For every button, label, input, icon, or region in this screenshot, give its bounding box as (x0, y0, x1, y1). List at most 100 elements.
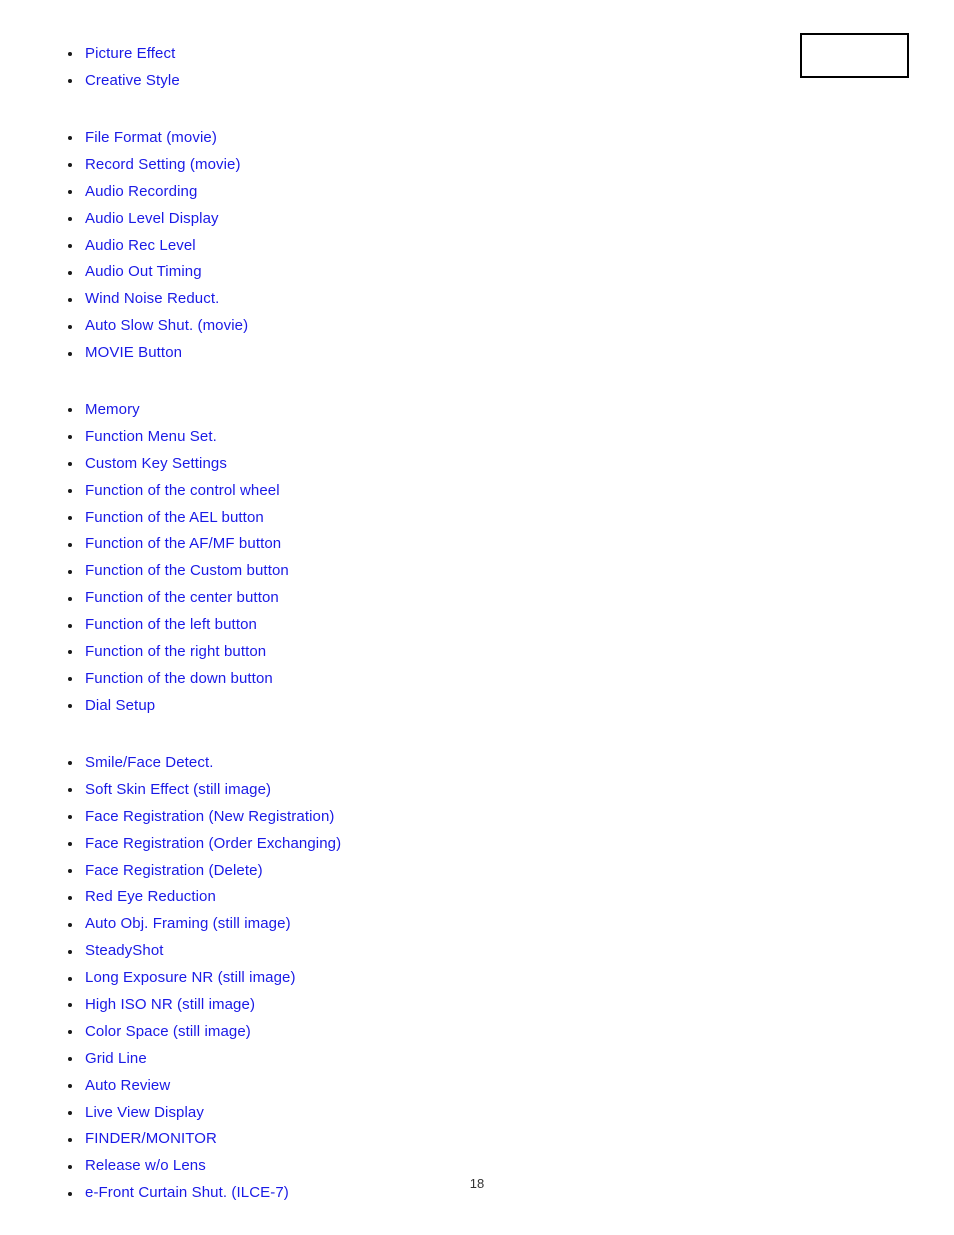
bullet-icon (68, 1057, 72, 1062)
list-item[interactable]: High ISO NR (still image) (62, 992, 762, 1019)
toc-link[interactable]: Wind Noise Reduct. (85, 290, 219, 307)
toc-link[interactable]: Function of the down button (85, 670, 273, 687)
bullet-icon (68, 1003, 72, 1008)
toc-link[interactable]: Function of the AEL button (85, 509, 264, 526)
empty-bordered-box (800, 33, 909, 78)
list-item[interactable]: Audio Level Display (62, 206, 762, 233)
list-item[interactable]: Audio Recording (62, 179, 762, 206)
list-item[interactable]: Function Menu Set. (62, 424, 762, 451)
toc-link[interactable]: Soft Skin Effect (still image) (85, 781, 271, 798)
list-item[interactable]: Auto Slow Shut. (movie) (62, 313, 762, 340)
bullet-icon (68, 815, 72, 820)
toc-link[interactable]: Function of the center button (85, 589, 279, 606)
list-item[interactable]: Auto Review (62, 1073, 762, 1100)
toc-link[interactable]: Face Registration (Order Exchanging) (85, 835, 341, 852)
list-item[interactable]: Function of the control wheel (62, 478, 762, 505)
list-item[interactable]: Wind Noise Reduct. (62, 286, 762, 313)
list-item[interactable]: Memory (62, 397, 762, 424)
toc-link[interactable]: Auto Obj. Framing (still image) (85, 915, 291, 932)
toc-link[interactable]: Auto Slow Shut. (movie) (85, 317, 248, 334)
list-item[interactable]: Face Registration (Delete) (62, 858, 762, 885)
bullet-icon (68, 976, 72, 981)
list-item[interactable]: Red Eye Reduction (62, 884, 762, 911)
bullet-icon (68, 1111, 72, 1116)
toc-link[interactable]: FINDER/MONITOR (85, 1130, 217, 1147)
toc-link[interactable]: MOVIE Button (85, 344, 182, 361)
bullet-icon (68, 704, 72, 709)
list-item[interactable]: Function of the Custom button (62, 558, 762, 585)
bullet-icon (68, 1084, 72, 1089)
list-item[interactable]: Creative Style (62, 68, 762, 95)
list-item[interactable]: Smile/Face Detect. (62, 750, 762, 777)
list-item[interactable]: Function of the down button (62, 666, 762, 693)
list-item[interactable]: File Format (movie) (62, 125, 762, 152)
toc-link[interactable]: Creative Style (85, 72, 180, 89)
list-item[interactable]: Grid Line (62, 1046, 762, 1073)
toc-link[interactable]: Record Setting (movie) (85, 156, 241, 173)
list-item[interactable]: Audio Out Timing (62, 259, 762, 286)
toc-link[interactable]: Audio Out Timing (85, 263, 202, 280)
toc-link[interactable]: Live View Display (85, 1104, 204, 1121)
toc-link[interactable]: Function of the control wheel (85, 482, 280, 499)
toc-link[interactable]: Memory (85, 401, 140, 418)
list-item[interactable]: Audio Rec Level (62, 233, 762, 260)
toc-link[interactable]: Long Exposure NR (still image) (85, 969, 296, 986)
toc-link[interactable]: Function Menu Set. (85, 428, 217, 445)
toc-link[interactable]: Face Registration (New Registration) (85, 808, 335, 825)
toc-link[interactable]: Face Registration (Delete) (85, 862, 263, 879)
list-item[interactable]: Function of the AEL button (62, 505, 762, 532)
toc-link[interactable]: Smile/Face Detect. (85, 754, 214, 771)
bullet-icon (68, 922, 72, 927)
toc-link[interactable]: Function of the left button (85, 616, 257, 633)
list-item[interactable]: Record Setting (movie) (62, 152, 762, 179)
list-item[interactable]: Face Registration (Order Exchanging) (62, 831, 762, 858)
bullet-icon (68, 869, 72, 873)
list-item[interactable]: Function of the left button (62, 612, 762, 639)
list-item[interactable]: Auto Obj. Framing (still image) (62, 911, 762, 938)
list-item[interactable]: Picture Effect (62, 41, 762, 68)
bullet-icon (68, 270, 72, 275)
list-item[interactable]: SteadyShot (62, 938, 762, 965)
toc-link[interactable]: Grid Line (85, 1050, 147, 1067)
toc-link[interactable]: Color Space (still image) (85, 1023, 251, 1040)
bullet-icon (68, 650, 72, 655)
toc-link[interactable]: Custom Key Settings (85, 455, 227, 472)
bullet-icon (68, 623, 72, 628)
toc-link[interactable]: Red Eye Reduction (85, 888, 216, 905)
toc-link[interactable]: Audio Recording (85, 183, 197, 200)
list-item[interactable]: Soft Skin Effect (still image) (62, 777, 762, 804)
toc-link[interactable]: SteadyShot (85, 942, 164, 959)
list-item[interactable]: Long Exposure NR (still image) (62, 965, 762, 992)
toc-link[interactable]: Audio Level Display (85, 210, 219, 227)
toc-link[interactable]: Function of the right button (85, 643, 266, 660)
list-item[interactable]: Dial Setup (62, 693, 762, 720)
bullet-icon (68, 542, 72, 547)
bullet-icon (68, 895, 72, 900)
list-item[interactable]: Face Registration (New Registration) (62, 804, 762, 831)
toc-link[interactable]: High ISO NR (still image) (85, 996, 255, 1013)
list-item[interactable]: Function of the AF/MF button (62, 531, 762, 558)
toc-link[interactable]: Function of the AF/MF button (85, 535, 281, 552)
toc-block-shooting-settings: Smile/Face Detect. Soft Skin Effect (sti… (62, 750, 762, 1207)
toc-block-movie-settings: File Format (movie) Record Setting (movi… (62, 125, 762, 367)
list-item[interactable]: MOVIE Button (62, 340, 762, 367)
list-item[interactable]: Color Space (still image) (62, 1019, 762, 1046)
bullet-icon (68, 1164, 72, 1169)
bullet-icon (68, 190, 72, 195)
toc-link[interactable]: Auto Review (85, 1077, 170, 1094)
toc-link[interactable]: Function of the Custom button (85, 562, 289, 579)
bullet-icon (68, 244, 72, 248)
bullet-icon (68, 297, 72, 302)
list-item[interactable]: Live View Display (62, 1100, 762, 1127)
toc-link[interactable]: Dial Setup (85, 697, 155, 714)
toc-link[interactable]: Audio Rec Level (85, 237, 196, 254)
list-item[interactable]: Custom Key Settings (62, 451, 762, 478)
list-item[interactable]: Function of the right button (62, 639, 762, 666)
list-item[interactable]: FINDER/MONITOR (62, 1126, 762, 1153)
document-page: Picture Effect Creative Style File Forma… (0, 0, 954, 1235)
toc-link[interactable]: Release w/o Lens (85, 1157, 206, 1174)
bullet-icon (68, 435, 72, 440)
toc-link[interactable]: File Format (movie) (85, 129, 217, 146)
list-item[interactable]: Function of the center button (62, 585, 762, 612)
toc-link[interactable]: Picture Effect (85, 45, 175, 62)
